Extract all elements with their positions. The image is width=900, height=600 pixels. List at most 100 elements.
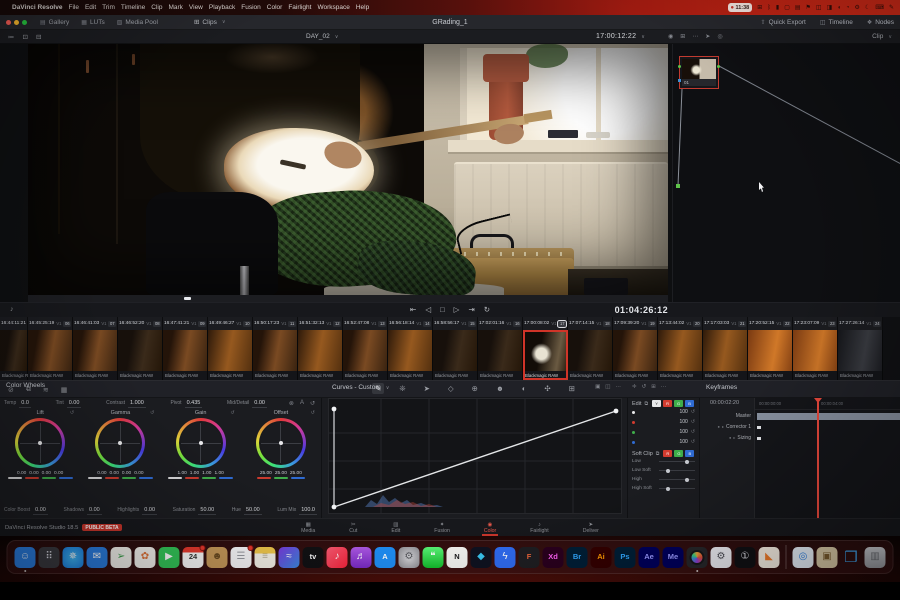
channel-bar[interactable] [202, 477, 217, 479]
channel-bar[interactable] [87, 477, 102, 479]
clips-toggle-button[interactable]: ⊞ Clips ∨ [194, 18, 226, 27]
dock-reminders[interactable]: ☰ [230, 544, 254, 568]
timeline-clip-14[interactable]: 16:56:18:14 V1 14 Blackmagic RAW [388, 317, 433, 380]
timeline-selector[interactable]: DAY_02 ∨ [306, 33, 338, 40]
param-hue[interactable]: Hue 50.00 [232, 507, 262, 515]
timeline-clip-05[interactable]: 16:44:11:21V105 Blackmagic RAW [0, 317, 28, 380]
gear-icon[interactable]: ⚙ [855, 5, 860, 11]
clip-thumbnail[interactable]: Blackmagic RAW [298, 330, 343, 380]
node-editor-mode-dropdown[interactable]: Clip ∨ [872, 33, 892, 40]
curve-more-icon[interactable]: ⋯ [616, 384, 622, 390]
dock-downloads-folder[interactable]: ❒ [841, 547, 862, 568]
timeline-clip-07[interactable]: 16:46:41:03 V1 07 Blackmagic RAW [73, 317, 118, 380]
grid-overlay-icon[interactable]: ⊞ [680, 33, 685, 40]
dock-mail[interactable]: ✉ [86, 546, 108, 568]
param-mid-detail[interactable]: Mid/Detail 0.00 [227, 400, 267, 408]
param-contrast[interactable]: Contrast 1.000 [106, 400, 146, 408]
toggle-gallery[interactable]: ▤ Gallery [40, 19, 69, 26]
clip-thumbnail[interactable]: Blackmagic RAW [208, 330, 253, 380]
tab-media[interactable]: ▦ Media [297, 519, 319, 536]
menu-workspace[interactable]: Workspace [317, 4, 349, 11]
slider-handle[interactable] [684, 459, 689, 464]
menu-clip[interactable]: Clip [151, 4, 162, 11]
reset-icon[interactable]: ↺ [230, 410, 234, 416]
clip-thumbnail[interactable]: Blackmagic RAW [523, 330, 568, 380]
offset-wheel[interactable] [255, 418, 306, 468]
dock-capture-one[interactable]: ① [734, 546, 756, 568]
param-saturation[interactable]: Saturation 50.00 [173, 507, 217, 515]
menu-davinci-resolve[interactable]: DaVinci Resolve [12, 4, 62, 11]
dock-adobe-bridge[interactable]: Br [566, 546, 588, 568]
timeline-clip-16[interactable]: 17:02:01:16 V1 16 Blackmagic RAW [478, 317, 523, 380]
timeline-clip-12[interactable]: 16:51:32:13 V1 12 Blackmagic RAW [298, 317, 343, 380]
tab-deliver[interactable]: ➤ Deliver [579, 519, 603, 536]
slider-track[interactable] [659, 486, 695, 491]
toggle-luts[interactable]: ▦ LUTs [81, 19, 104, 26]
dock-finder[interactable]: ☺ [14, 546, 36, 572]
dock-figma[interactable]: F [518, 546, 540, 568]
reset-curve-icon[interactable]: ↺ [642, 384, 647, 390]
timeline-clip-08[interactable]: 16:46:52:20 V1 08 Blackmagic RAW [118, 317, 163, 380]
reset-icon[interactable]: ↺ [691, 429, 695, 435]
jog-position-marker[interactable] [184, 297, 191, 300]
loop-button[interactable]: ↻ [484, 305, 490, 314]
slider-track[interactable] [659, 477, 695, 482]
dock-adobe-after-effects[interactable]: Ae [638, 546, 660, 568]
dock-affinity[interactable]: ◆ [470, 546, 492, 568]
display-icon[interactable]: ▢ [784, 5, 790, 11]
keyframe-lanes[interactable]: 00:00:00:00 00:00:04:00 [754, 398, 900, 518]
close-window-button[interactable] [6, 19, 11, 25]
channel-bar[interactable] [219, 477, 234, 479]
dock-notion[interactable]: N [446, 546, 468, 568]
tab-edit[interactable]: ▥ Edit [387, 519, 404, 536]
dock-trash[interactable]: ▥ [864, 546, 886, 568]
reset-icon[interactable]: ↺ [150, 410, 154, 416]
dock-maps[interactable]: ➢ [110, 546, 132, 568]
clip-thumbnail[interactable]: Blackmagic RAW [613, 330, 658, 380]
step-back-button[interactable]: ◁ [425, 305, 431, 314]
param-highlights[interactable]: Highlights 0.00 [117, 507, 158, 515]
reset-icon[interactable]: ↺ [311, 410, 315, 416]
timeline-clip-24[interactable]: 17:27:26:14 V1 24 Blackmagic RAW [838, 317, 883, 380]
minimize-window-button[interactable] [14, 19, 19, 25]
param-color-boost[interactable]: Color Boost 0.00 [4, 507, 48, 515]
param-shadows[interactable]: Shadows 0.00 [63, 507, 102, 515]
blur-icon[interactable]: ◐ [519, 383, 530, 394]
channel-bar[interactable] [121, 477, 136, 479]
dock-icon[interactable]: ◨ [827, 5, 833, 11]
color-warper-icon[interactable]: ❊ [396, 383, 408, 394]
clip-thumbnail[interactable]: Blackmagic RAW [388, 330, 433, 380]
node-input-rgb[interactable] [678, 65, 681, 68]
nodes-button[interactable]: ❖ Nodes [867, 19, 894, 26]
timeline-clip-15[interactable]: 16:58:56:17 V1 15 Blackmagic RAW [433, 317, 478, 380]
thumb-view-icon[interactable]: ⊡ [23, 33, 28, 41]
sizing-icon[interactable]: ⊞ [566, 383, 578, 394]
track-label-sizing[interactable]: ● ▸ Sizing [700, 432, 754, 443]
gamma-wheel[interactable] [95, 418, 146, 468]
channel-bar[interactable] [138, 477, 153, 479]
lightbox-icon[interactable]: ▦ [61, 386, 68, 394]
list-view-icon[interactable]: ⊟ [36, 33, 41, 41]
jump-start-button[interactable]: ⇤ [410, 305, 416, 314]
clip-thumbnail[interactable]: Blackmagic RAW [703, 330, 748, 380]
menu-view[interactable]: View [189, 4, 203, 11]
track-label-corrector-1[interactable]: ● ▸ Corrector 1 [700, 421, 754, 432]
dock-adobe-illustrator[interactable]: Ai [590, 546, 612, 568]
jump-end-button[interactable]: ⇥ [468, 305, 474, 314]
clip-thumbnail[interactable]: Blackmagic RAW [748, 330, 793, 380]
slider-handle[interactable] [684, 477, 689, 482]
clip-thumbnail[interactable]: Blackmagic RAW [118, 330, 163, 380]
menu-help[interactable]: Help [356, 4, 369, 11]
pen-icon[interactable]: ✎ [889, 5, 894, 11]
clip-thumbnail[interactable]: Blackmagic RAW [163, 330, 208, 380]
node-output-rgb[interactable] [717, 65, 720, 68]
dock-adobe-xd[interactable]: Xd [542, 546, 564, 568]
curve-editor[interactable] [328, 398, 622, 514]
channel-y-button[interactable]: Y [652, 400, 662, 407]
dock-davinci-resolve[interactable] [686, 546, 708, 572]
dock-quick-look-app[interactable]: ◎ [792, 546, 814, 568]
tab-fairlight[interactable]: ♪ Fairlight [526, 519, 552, 536]
toggle-media-pool[interactable]: ▧ Media Pool [117, 19, 158, 26]
lift-wheel[interactable] [15, 418, 66, 468]
enable-icon[interactable]: ● [718, 424, 720, 429]
